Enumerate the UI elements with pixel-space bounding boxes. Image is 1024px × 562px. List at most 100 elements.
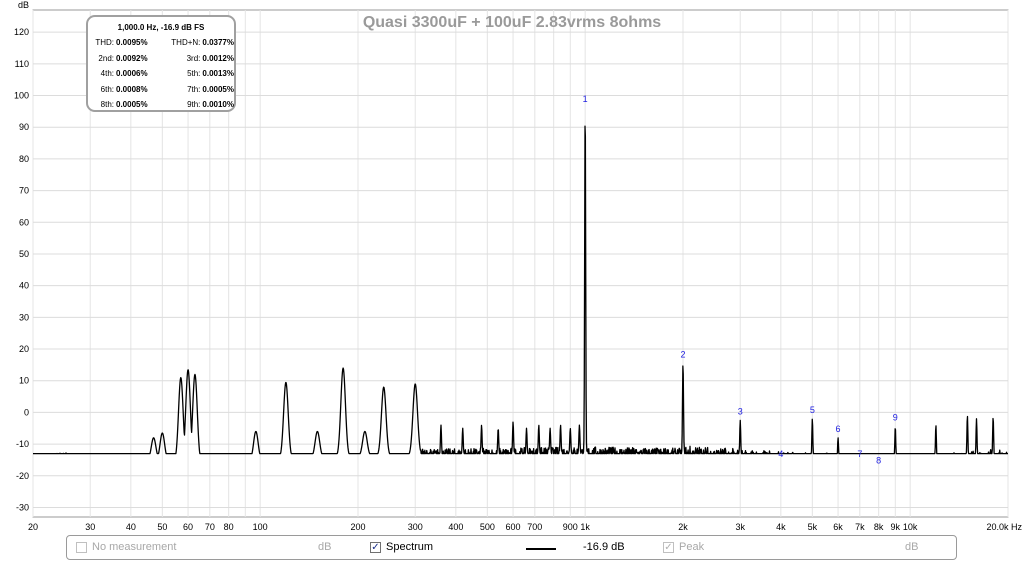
x-tick-label: 60 (183, 522, 193, 532)
info-label: 7th: (187, 84, 201, 94)
x-tick-label: 900 (563, 522, 578, 532)
chart-title: Quasi 3300uF + 100uF 2.83vrms 8ohms (363, 14, 661, 31)
info-value: 0.0012% (202, 53, 234, 63)
info-value: 0.0010% (202, 100, 234, 110)
y-tick-label: 60 (19, 217, 29, 227)
y-tick-label: 10 (19, 376, 29, 386)
info-value: 0.0005% (202, 84, 234, 94)
info-value: 0.0377% (202, 38, 234, 48)
info-row: 4th: 0.0006% 5th: 0.0013% (88, 66, 234, 82)
harmonic-label: 2 (680, 349, 685, 359)
x-tick-label: 300 (408, 522, 423, 532)
peak-checkbox[interactable]: ✓ (663, 541, 674, 553)
no-measurement-unit: dB (318, 541, 332, 553)
y-axis-ticks: 1201101009080706050403020100-10-20-30 (14, 27, 29, 512)
y-tick-label: -10 (16, 439, 29, 449)
x-tick-label: 500 (480, 522, 495, 532)
info-label: 2nd: (98, 53, 114, 63)
info-cell: THD+N: 0.0377% (161, 38, 234, 47)
x-tick-label: 700 (527, 522, 542, 532)
x-tick-label: 600 (506, 522, 521, 532)
peak-label: Peak (679, 541, 705, 553)
x-tick-label: 70 (205, 522, 215, 532)
harmonic-label: 7 (857, 449, 862, 459)
info-row: 8th: 0.0005% 9th: 0.0010% (88, 97, 234, 113)
spectrum-value: -16.9 dB (583, 541, 625, 553)
info-cell: 5th: 0.0013% (161, 69, 234, 78)
y-tick-label: 120 (14, 27, 29, 37)
spectrum-checkbox[interactable]: ✓ (370, 541, 381, 553)
info-label: 3rd: (186, 53, 201, 63)
y-tick-label: -20 (16, 471, 29, 481)
info-cell: 6th: 0.0008% (88, 85, 161, 94)
info-row: THD: 0.0095% THD+N: 0.0377% (88, 35, 234, 51)
info-cell: 4th: 0.0006% (88, 69, 161, 78)
x-tick-label: 50 (157, 522, 167, 532)
x-tick-label: 20.0k Hz (986, 522, 1022, 532)
info-label: THD+N: (171, 38, 201, 48)
x-tick-label: 20 (28, 522, 38, 532)
harmonic-label: 4 (778, 449, 783, 459)
x-tick-label: 5k (808, 522, 818, 532)
y-tick-label: 20 (19, 344, 29, 354)
y-tick-label: 50 (19, 249, 29, 259)
spectrum-label: Spectrum (386, 541, 434, 553)
x-axis-ticks: 20 30 40 50 60 70 80 100 200 300 400 500 600 700 900 1k… (28, 522, 1022, 532)
legend-bar: No measurement dB ✓ Spectrum -16.9 dB ✓ … (66, 535, 957, 560)
x-tick-label: 2k (678, 522, 688, 532)
info-box-rows: THD: 0.0095% THD+N: 0.0377% 2nd: 0.0092% 3rd: 0… (88, 35, 234, 113)
x-tick-label: 30 (85, 522, 95, 532)
harmonic-label: 8 (876, 455, 881, 465)
info-label: THD: (95, 38, 114, 48)
info-label: 6th: (100, 84, 114, 94)
info-cell: THD: 0.0095% (88, 38, 161, 47)
measurement-info-box: 1,000.0 Hz, -16.9 dB FS THD: 0.0095% THD+N… (86, 15, 236, 112)
legend-spectrum[interactable]: ✓ Spectrum (370, 541, 433, 553)
y-tick-label: 70 (19, 186, 29, 196)
legend-no-measurement[interactable]: No measurement (76, 541, 176, 553)
harmonic-label: 1 (583, 94, 588, 104)
info-cell: 9th: 0.0010% (161, 100, 234, 109)
peak-unit: dB (905, 541, 919, 553)
harmonic-label: 5 (810, 405, 815, 415)
x-tick-label: 1k (580, 522, 590, 532)
y-tick-label: 90 (19, 122, 29, 132)
harmonic-label: 3 (738, 406, 743, 416)
info-row: 2nd: 0.0092% 3rd: 0.0012% (88, 51, 234, 67)
y-tick-label: 0 (24, 407, 29, 417)
info-box-header: 1,000.0 Hz, -16.9 dB FS (117, 23, 205, 32)
info-value: 0.0095% (116, 38, 148, 48)
info-value: 0.0005% (116, 100, 148, 110)
harmonic-label: 6 (836, 424, 841, 434)
info-value: 0.0092% (116, 53, 148, 63)
info-cell: 3rd: 0.0012% (161, 54, 234, 63)
legend-peak[interactable]: ✓ Peak (663, 541, 704, 553)
info-label: 5th: (187, 69, 201, 79)
spectrum-line-swatch (526, 548, 556, 550)
y-tick-label: 30 (19, 312, 29, 322)
info-cell: 2nd: 0.0092% (88, 54, 161, 63)
y-tick-label: 100 (14, 91, 29, 101)
x-tick-label: 200 (350, 522, 365, 532)
x-tick-label: 10k (903, 522, 918, 532)
x-tick-label: 80 (224, 522, 234, 532)
y-tick-label: 40 (19, 281, 29, 291)
x-tick-label: 6k (833, 522, 843, 532)
x-tick-label: 7k (855, 522, 865, 532)
info-value: 0.0013% (202, 69, 234, 79)
no-measurement-checkbox[interactable] (76, 541, 87, 553)
x-tick-label: 40 (126, 522, 136, 532)
info-cell: 8th: 0.0005% (88, 100, 161, 109)
y-tick-label: 80 (19, 154, 29, 164)
y-tick-label: 110 (15, 59, 29, 69)
x-tick-label: 3k (735, 522, 745, 532)
info-cell: 7th: 0.0005% (161, 85, 234, 94)
info-label: 8th: (100, 100, 114, 110)
no-measurement-label: No measurement (92, 541, 177, 553)
x-tick-label: 100 (253, 522, 268, 532)
info-label: 9th: (187, 100, 201, 110)
x-tick-label: 8k (874, 522, 884, 532)
info-row: 6th: 0.0008% 7th: 0.0005% (88, 82, 234, 98)
y-tick-label: -30 (16, 502, 29, 512)
info-value: 0.0008% (116, 84, 148, 94)
